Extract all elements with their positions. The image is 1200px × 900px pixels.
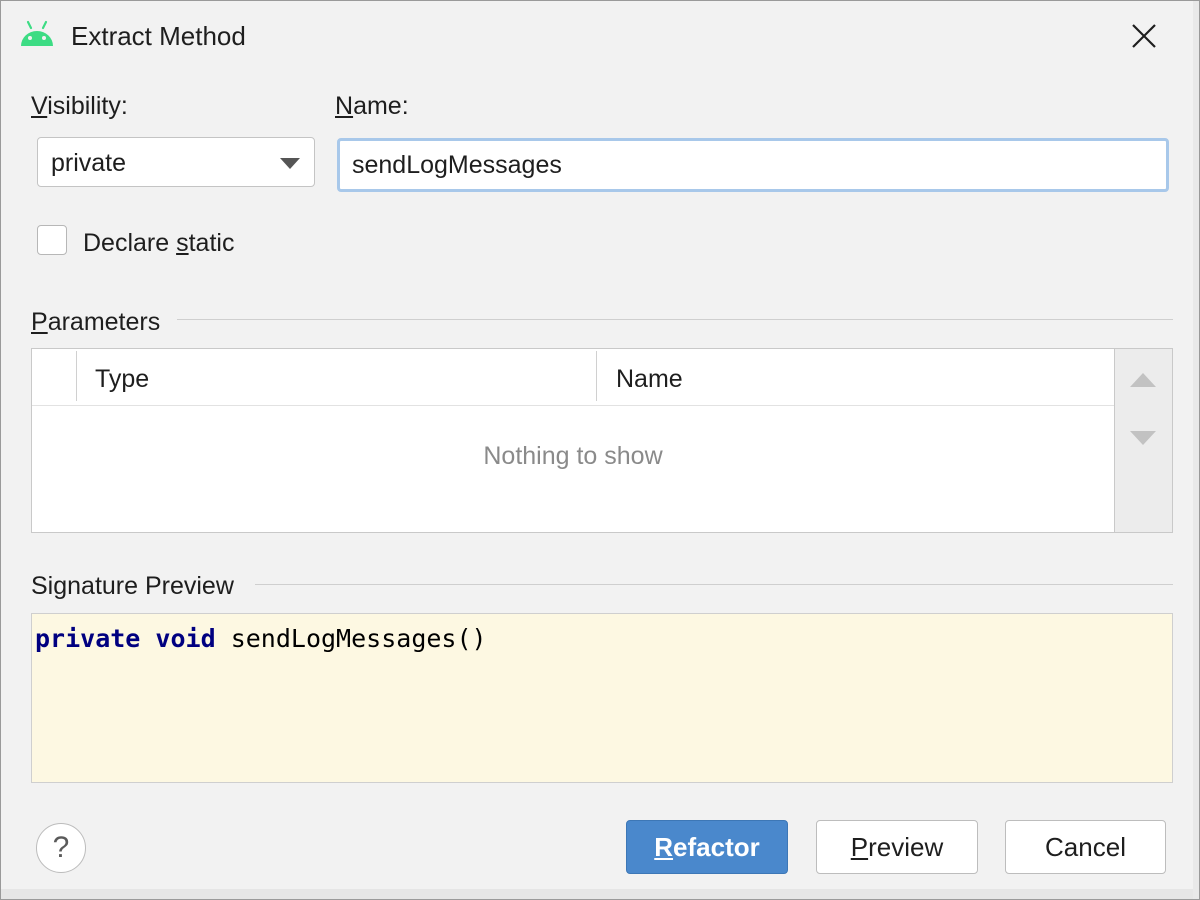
empty-table-message: Nothing to show xyxy=(483,442,663,470)
cancel-button[interactable]: Cancel xyxy=(1005,820,1166,874)
close-icon xyxy=(1132,24,1156,48)
signature-preview-title: Signature Preview xyxy=(31,572,234,600)
signature-preview-area: private void sendLogMessages() xyxy=(31,613,1173,783)
android-icon xyxy=(21,20,53,46)
name-label: Name: xyxy=(335,92,409,120)
parameters-separator xyxy=(177,319,1173,320)
extract-method-dialog: Extract Method Visibility: private Name:… xyxy=(0,0,1200,900)
declare-static-label[interactable]: Declare static xyxy=(83,228,234,258)
dialog-title: Extract Method xyxy=(71,21,246,51)
method-name-input[interactable] xyxy=(337,138,1169,192)
help-button[interactable]: ? xyxy=(36,823,86,873)
column-divider[interactable] xyxy=(76,351,77,401)
table-header: Type Name xyxy=(32,349,1114,406)
refactor-button[interactable]: Refactor xyxy=(626,820,788,874)
signature-preview-separator xyxy=(255,584,1173,585)
move-up-icon[interactable] xyxy=(1130,373,1156,387)
parameters-section-title: Parameters xyxy=(31,308,161,336)
visibility-selected-value: private xyxy=(51,149,127,177)
parameters-table[interactable]: Type Name Nothing to show xyxy=(31,348,1115,533)
visibility-label: Visibility: xyxy=(31,92,128,120)
visibility-combobox[interactable]: private xyxy=(37,137,315,187)
column-header-name[interactable]: Name xyxy=(616,365,683,393)
background-window-strip xyxy=(1,889,1199,899)
column-divider[interactable] xyxy=(596,351,597,401)
signature-code: private void sendLogMessages() xyxy=(35,622,487,656)
keyword-private: private xyxy=(35,624,141,653)
move-down-icon[interactable] xyxy=(1130,431,1156,445)
background-window-edge xyxy=(1193,1,1199,899)
preview-button[interactable]: Preview xyxy=(816,820,978,874)
chevron-down-icon xyxy=(280,158,300,169)
help-icon: ? xyxy=(52,831,70,864)
close-button[interactable] xyxy=(1121,15,1167,57)
declare-static-checkbox[interactable] xyxy=(37,225,67,255)
parameters-toolbar xyxy=(1115,348,1173,533)
method-signature: sendLogMessages() xyxy=(230,624,487,653)
column-header-type[interactable]: Type xyxy=(95,365,149,393)
title-bar: Extract Method xyxy=(1,1,1199,71)
keyword-void: void xyxy=(155,624,216,653)
